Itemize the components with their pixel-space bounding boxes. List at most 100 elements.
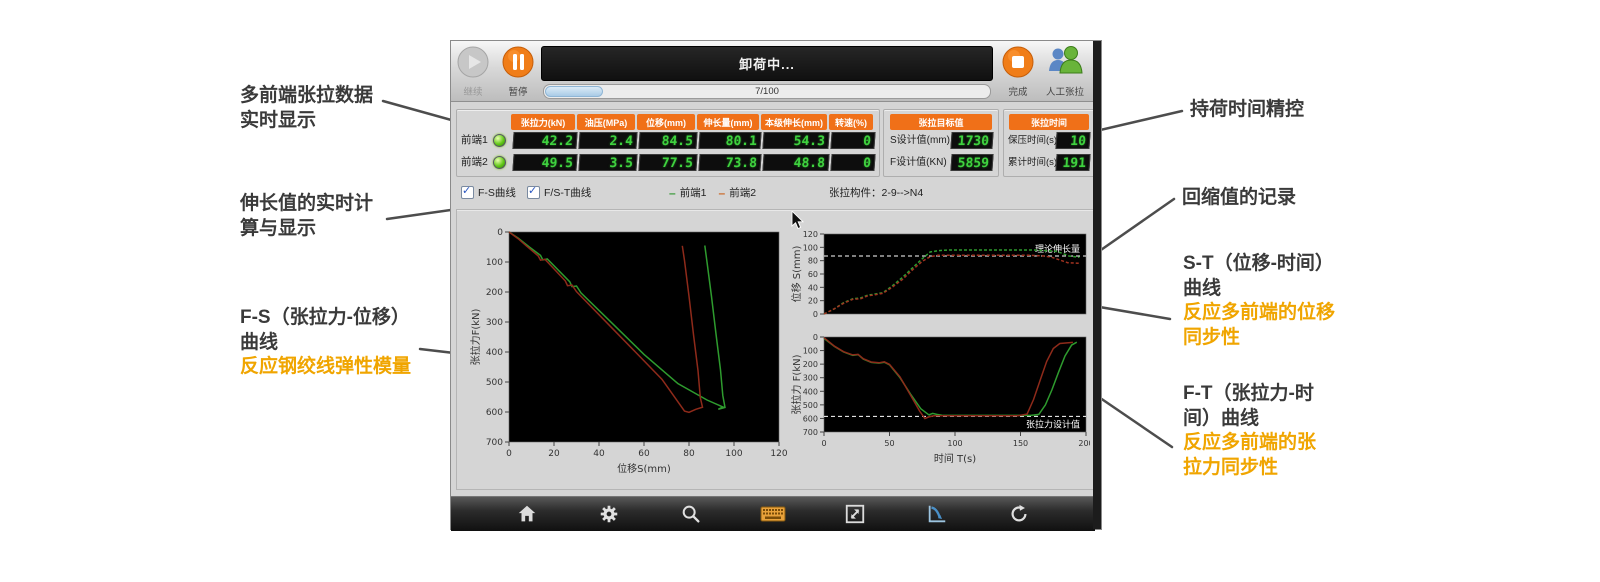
- svg-text:200: 200: [1078, 439, 1090, 448]
- annotation-text: 持荷时间精控: [1190, 98, 1304, 123]
- svg-text:500: 500: [486, 378, 503, 388]
- svg-text:0: 0: [497, 228, 503, 238]
- hold-time-label: 保压时间(s): [1008, 132, 1057, 149]
- annotation-text: 间）曲线: [1183, 407, 1316, 432]
- checkbox-fs-curve[interactable]: F-S曲线: [461, 185, 516, 200]
- front2-speed-value: 0: [830, 154, 875, 171]
- data-column-headers: 张拉力(kN) 油压(MPa) 位移(mm) 伸长量(mm) 本级伸长(mm) …: [511, 114, 873, 130]
- st-curve-chart: 020406080100120理论伸长量位移 S(mm): [790, 227, 1090, 327]
- svg-text:40: 40: [593, 449, 605, 459]
- nav-search-button[interactable]: [673, 500, 709, 528]
- front1-force-value: 42.2: [512, 132, 577, 149]
- front1-elongation-value: 80.1: [698, 132, 761, 149]
- svg-text:0: 0: [813, 333, 818, 342]
- annotation-retraction: 回缩值的记录: [1182, 186, 1296, 211]
- col-header-elongation: 伸长量(mm): [697, 114, 759, 130]
- annotation-text: 实时显示: [240, 109, 373, 134]
- svg-text:100: 100: [947, 439, 962, 448]
- status-display: 卸荷中...: [541, 46, 993, 81]
- tension-component: 张拉构件：2-9-->N4: [829, 185, 923, 200]
- svg-text:400: 400: [486, 348, 503, 358]
- annotation-text: 回缩值的记录: [1182, 186, 1296, 211]
- annotation-highlight-text: 反应钢绞线弹性模量: [240, 355, 411, 380]
- expand-icon: [844, 503, 866, 525]
- svg-text:700: 700: [803, 428, 818, 437]
- checkbox-checked-icon: [527, 186, 540, 199]
- annotation-highlight-text: 反应多前端的张: [1183, 431, 1316, 456]
- checkbox-fst-curve[interactable]: F/S-T曲线: [527, 185, 591, 200]
- nav-curve-button[interactable]: [919, 500, 955, 528]
- front2-status-led: [493, 156, 506, 169]
- pause-button[interactable]: 暂停: [496, 45, 540, 98]
- svg-text:100: 100: [803, 347, 818, 356]
- front1-displacement-value: 84.5: [638, 132, 697, 149]
- home-icon: [516, 503, 538, 525]
- continue-label: 继续: [451, 84, 495, 98]
- pause-label: 暂停: [496, 84, 540, 98]
- play-icon: [456, 45, 490, 79]
- nav-keyboard-button[interactable]: [755, 500, 791, 528]
- svg-text:20: 20: [808, 297, 818, 306]
- annotation-text: F-S（张拉力-位移）: [240, 306, 411, 331]
- s-design-label: S设计值(mm): [890, 132, 950, 149]
- s-design-value: 1730: [950, 132, 993, 149]
- svg-text:700: 700: [486, 438, 503, 448]
- svg-text:120: 120: [803, 230, 818, 239]
- svg-text:100: 100: [486, 258, 503, 268]
- nav-refresh-button[interactable]: [1001, 500, 1037, 528]
- tension-component-label: 张拉构件：2-9-->N4: [829, 185, 923, 200]
- manual-tension-button[interactable]: 人工张拉: [1038, 45, 1092, 98]
- col-header-force: 张拉力(kN): [511, 114, 575, 130]
- svg-text:200: 200: [803, 360, 818, 369]
- front2-stage-elongation-value: 48.8: [762, 154, 829, 171]
- live-data-panel: 张拉力(kN) 油压(MPa) 位移(mm) 伸长量(mm) 本级伸长(mm) …: [456, 109, 880, 177]
- nav-home-button[interactable]: [509, 500, 545, 528]
- svg-text:40: 40: [808, 283, 818, 292]
- refresh-icon: [1008, 503, 1030, 525]
- svg-text:300: 300: [486, 318, 503, 328]
- tension-time-panel: 张拉时间 保压时间(s) 10 累计时间(s) 191: [1003, 109, 1095, 177]
- annotation-ft-curve: F-T（张拉力-时 间）曲线 反应多前端的张 拉力同步性: [1183, 382, 1316, 481]
- checkbox-fst-curve-label: F/S-T曲线: [544, 185, 591, 200]
- app-window: 继续 暂停 卸荷中... 7/100 完成: [450, 40, 1102, 530]
- svg-text:20: 20: [548, 449, 560, 459]
- annotation-elongation-calc: 伸长值的实时计 算与显示: [240, 192, 373, 241]
- legend-front1-marker: –: [669, 186, 676, 200]
- fs-curve-chart: 0100200300400500600700020406080100120张拉力…: [469, 222, 799, 480]
- col-header-stage-elongation: 本级伸长(mm): [761, 114, 827, 130]
- col-header-speed: 转速(%): [829, 114, 873, 130]
- annotation-text: S-T（位移-时间）: [1183, 252, 1335, 277]
- options-row: F-S曲线 F/S-T曲线 – 前端1 – 前端2 张拉构件：2-9-->N4: [451, 185, 1095, 205]
- annotation-highlight-text: 拉力同步性: [1183, 456, 1316, 481]
- svg-text:200: 200: [486, 288, 503, 298]
- nav-settings-button[interactable]: [591, 500, 627, 528]
- annotation-hold-time: 持荷时间精控: [1190, 98, 1304, 123]
- legend-front2-label: 前端2: [729, 185, 756, 200]
- svg-text:80: 80: [808, 257, 818, 266]
- finish-button[interactable]: 完成: [996, 45, 1040, 98]
- front1-label: 前端1: [461, 132, 493, 149]
- connector-line: [1098, 199, 1174, 252]
- svg-text:时间 T(s): 时间 T(s): [934, 452, 976, 465]
- svg-text:0: 0: [506, 449, 512, 459]
- front2-displacement-value: 77.5: [638, 154, 697, 171]
- time-panel-title: 张拉时间: [1009, 114, 1089, 130]
- front2-label: 前端2: [461, 154, 493, 171]
- total-time-value: 191: [1055, 154, 1090, 171]
- nav-fullscreen-button[interactable]: [837, 500, 873, 528]
- progress-text: 7/100: [544, 85, 990, 98]
- svg-text:理论伸长量: 理论伸长量: [1035, 243, 1080, 255]
- svg-text:600: 600: [803, 414, 818, 423]
- svg-text:0: 0: [821, 439, 826, 448]
- svg-text:120: 120: [770, 449, 787, 459]
- gear-icon: [598, 503, 620, 525]
- svg-text:400: 400: [803, 387, 818, 396]
- continue-button[interactable]: 继续: [451, 45, 495, 98]
- front2-pressure-value: 3.5: [578, 154, 637, 171]
- legend-front1-label: 前端1: [680, 185, 707, 200]
- svg-text:80: 80: [683, 449, 695, 459]
- pause-icon: [501, 45, 535, 79]
- annotation-text: 伸长值的实时计: [240, 192, 373, 217]
- front1-stage-elongation-value: 54.3: [762, 132, 829, 149]
- svg-text:500: 500: [803, 401, 818, 410]
